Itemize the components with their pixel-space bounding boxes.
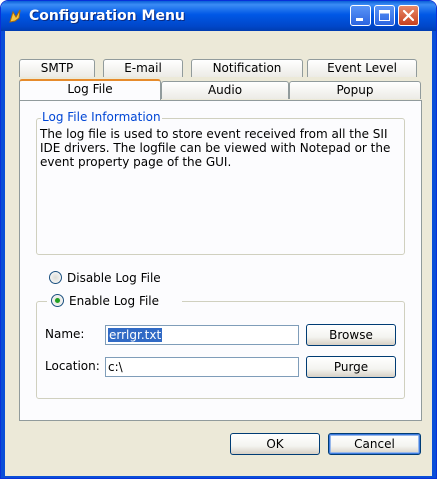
ok-button[interactable]: OK [230,433,320,455]
radio-button-selected[interactable] [51,294,64,307]
tab-audio[interactable]: Audio [161,81,289,99]
disable-log-file-radio[interactable]: Disable Log File [49,270,209,286]
location-input[interactable]: c:\ [105,357,299,377]
window-frame-left [1,31,5,478]
disable-log-file-label: Disable Log File [67,271,161,285]
location-input-value: c:\ [108,360,123,374]
enable-log-file-radio[interactable]: Enable Log File [47,293,182,309]
minimize-button[interactable] [350,5,371,26]
maximize-button[interactable] [374,5,395,26]
close-icon [402,9,415,22]
log-info-description: The log file is used to store event rece… [40,127,391,169]
tab-notification[interactable]: Notification [191,59,303,77]
tab-log-file[interactable]: Log File [19,79,161,100]
name-input[interactable]: errlgr.txt [105,325,299,345]
window-title: Configuration Menu [29,8,185,24]
tab-event-level[interactable]: Event Level [307,59,417,77]
enable-log-file-label: Enable Log File [69,294,160,308]
app-icon [9,9,21,23]
name-input-value: errlgr.txt [108,328,163,342]
name-label: Name: [45,327,85,341]
cancel-button[interactable]: Cancel [328,433,421,455]
browse-button[interactable]: Browse [306,324,396,346]
purge-button[interactable]: Purge [306,356,396,378]
tab-popup[interactable]: Popup [289,81,421,99]
tab-smtp[interactable]: SMTP [19,59,95,77]
radio-button[interactable] [49,271,62,284]
tab-email[interactable]: E-mail [103,59,183,77]
maximize-icon [379,10,390,21]
radio-selected-dot [55,298,60,303]
window-frame-right [432,31,436,478]
minimize-icon [356,18,363,21]
log-info-legend: Log File Information [41,110,162,124]
location-label: Location: [45,359,100,373]
close-button[interactable] [398,5,419,26]
configuration-window: Configuration Menu SMTP E-mail Notificat… [0,0,437,479]
enable-log-group [36,301,405,399]
title-bar[interactable]: Configuration Menu [1,1,436,31]
